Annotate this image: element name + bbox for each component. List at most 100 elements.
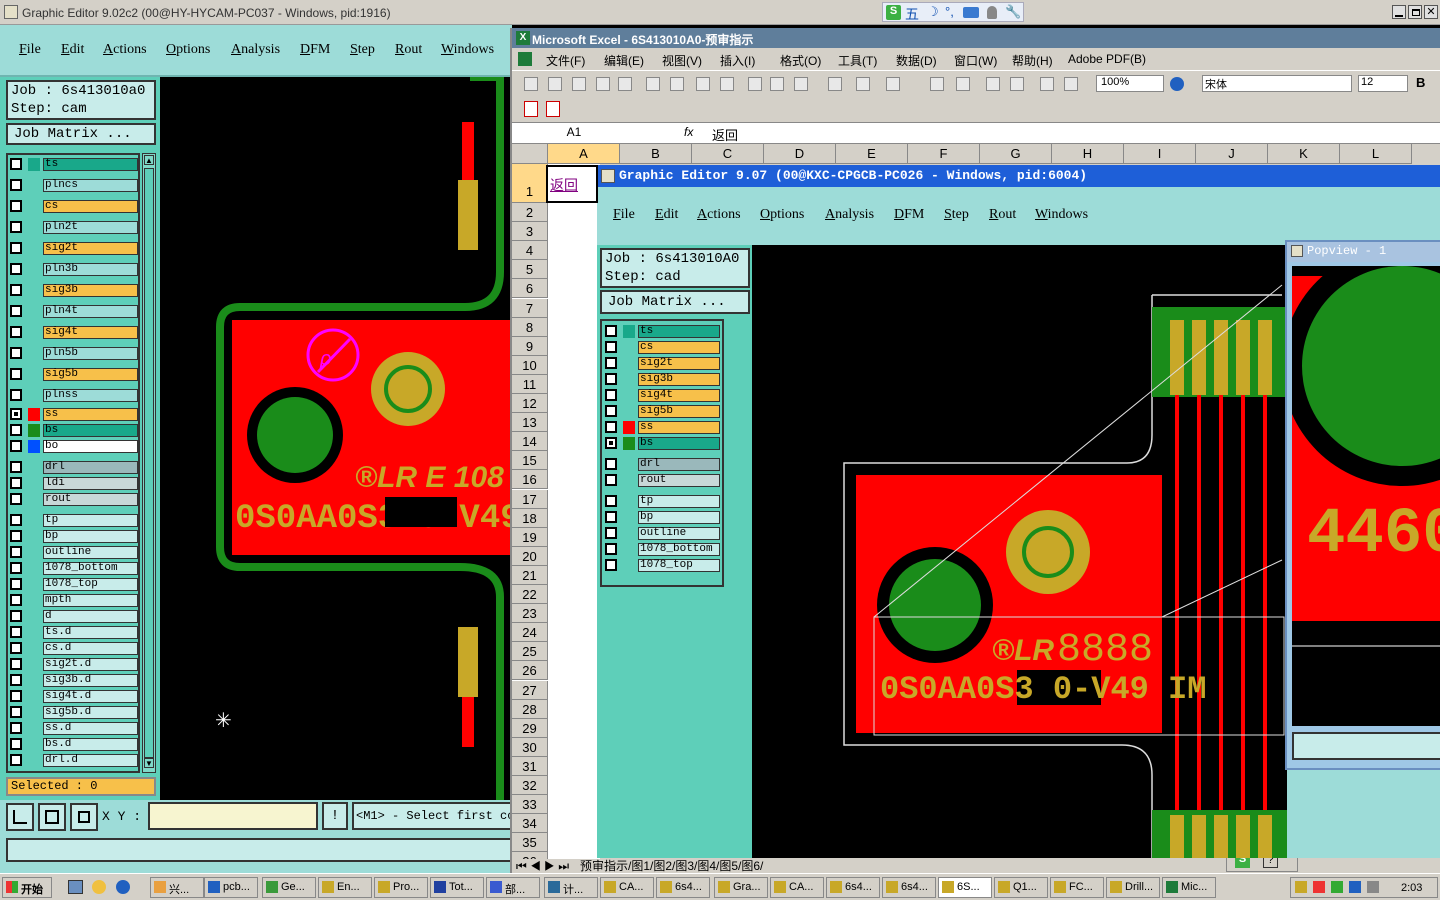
copy-icon[interactable] [770,77,784,91]
column-header[interactable]: L [1340,144,1412,164]
excel-menu-item[interactable]: 数据(D) [896,52,937,69]
layer-checkbox[interactable] [10,389,22,401]
ime-mode-label[interactable]: 五 [905,4,919,24]
layer-row[interactable]: drl [10,461,138,474]
row-header[interactable]: 11 [512,374,548,394]
taskbar-item[interactable]: 兴... [150,877,204,898]
popview-titlebar[interactable]: Popview - 1 [1287,242,1440,262]
fx-icon[interactable]: fx [684,125,693,139]
layer-checkbox[interactable] [10,514,22,526]
autosum-icon[interactable] [956,77,970,91]
ge2-layer-row[interactable]: ts [605,325,721,338]
taskbar-item[interactable]: 6S... [938,877,992,898]
layer-row[interactable]: rout [10,493,138,506]
ge2-layer-row[interactable]: drl [605,458,721,471]
row-header[interactable]: 31 [512,756,548,776]
sort-desc-icon[interactable] [1010,77,1024,91]
layer-checkbox[interactable] [605,527,617,539]
taskbar-item[interactable]: Tot... [430,877,484,898]
layer-checkbox[interactable] [10,347,22,359]
row-header[interactable]: 24 [512,623,548,643]
taskbar-item[interactable]: En... [318,877,372,898]
layer-row[interactable]: ss [10,408,138,421]
tray-icon-2[interactable] [1313,881,1325,893]
taskbar-item[interactable]: 部... [486,877,540,898]
layer-checkbox[interactable] [10,754,22,766]
cut-icon[interactable] [748,77,762,91]
layer-row[interactable]: sig5b.d [10,706,138,719]
ge2-layer-row[interactable]: bs [605,437,721,450]
ge2-menu-step[interactable]: Step [944,207,969,223]
row-header[interactable]: 21 [512,565,548,585]
layer-checkbox[interactable] [10,578,22,590]
excel-menu-item[interactable]: Adobe PDF(B) [1068,52,1146,66]
ge2-menu-edit[interactable]: Edit [655,207,678,223]
layer-row[interactable]: bo [10,440,138,453]
row-header[interactable]: 26 [512,661,548,681]
row-header[interactable]: 1 [512,164,548,203]
ge2-layer-row[interactable]: outline [605,527,721,540]
excel-menu-item[interactable]: 插入(I) [720,52,755,69]
layer-checkbox[interactable] [10,461,22,473]
row-header[interactable]: 35 [512,833,548,853]
row-header[interactable]: 30 [512,737,548,757]
layer-checkbox[interactable] [605,405,617,417]
taskbar-item[interactable]: Ge... [262,877,316,898]
job-matrix-button[interactable]: Job Matrix ... [6,123,156,145]
ime-toolbar[interactable]: S 五 ☽ °, 🔧 [882,2,1024,22]
layer-checkbox[interactable] [605,437,617,449]
wrench-icon[interactable]: 🔧 [1005,4,1021,20]
font-size-select[interactable]: 12 [1358,75,1408,92]
layer-row[interactable]: sig2t.d [10,658,138,671]
layer-row[interactable]: ldi [10,477,138,490]
scroll-up-arrow[interactable]: ▲ [144,155,154,165]
format-painter-icon[interactable] [828,77,842,91]
row-header[interactable]: 18 [512,508,548,528]
xy-input[interactable] [148,802,318,830]
column-header[interactable]: F [908,144,980,164]
punct-icon[interactable]: °, [945,4,954,19]
taskbar-item[interactable]: CA... [600,877,654,898]
layer-row[interactable]: ss.d [10,722,138,735]
column-header[interactable]: J [1196,144,1268,164]
layer-checkbox[interactable] [10,690,22,702]
layer-row[interactable]: tp [10,514,138,527]
layer-checkbox[interactable] [10,658,22,670]
redo-icon[interactable] [886,77,900,91]
cell-a1[interactable]: 返回 [546,165,598,203]
row-header[interactable]: 14 [512,432,548,452]
taskbar-item[interactable]: 6s4... [826,877,880,898]
taskbar-item[interactable]: Q1... [994,877,1048,898]
quicklaunch-ie-icon[interactable] [116,880,130,894]
layer-row[interactable]: sig5b [10,368,138,381]
layer-row[interactable]: mpth [10,594,138,607]
row-header[interactable]: 2 [512,203,548,222]
ge2-job-matrix-button[interactable]: Job Matrix ... [600,290,750,314]
ge2-menu-options[interactable]: Options [760,207,804,223]
scroll-thumb[interactable] [144,168,154,758]
column-header[interactable]: G [980,144,1052,164]
quicklaunch-desktop-icon[interactable] [68,880,83,894]
taskbar-item[interactable]: FC... [1050,877,1104,898]
ge2-menu-file[interactable]: File [613,207,635,223]
layer-checkbox[interactable] [605,458,617,470]
taskbar-item[interactable]: 6s4... [656,877,710,898]
menu-options[interactable]: Options [166,42,210,58]
layer-checkbox[interactable] [605,543,617,555]
layer-checkbox[interactable] [10,263,22,275]
sogou-icon[interactable]: S [886,5,901,20]
row-header[interactable]: 16 [512,470,548,490]
preview-icon[interactable] [670,77,684,91]
layer-checkbox[interactable] [605,373,617,385]
layer-checkbox[interactable] [605,389,617,401]
row-header[interactable]: 10 [512,355,548,375]
row-header[interactable]: 12 [512,394,548,413]
keyboard-icon[interactable] [963,7,979,18]
layer-checkbox[interactable] [605,511,617,523]
cell-a1-link[interactable]: 返回 [550,175,578,195]
tray-icon-1[interactable] [1295,881,1307,893]
excel-menu-item[interactable]: 窗口(W) [954,52,997,69]
research-icon[interactable] [720,77,734,91]
taskbar-item[interactable]: Pro... [374,877,428,898]
layer-row[interactable]: cs.d [10,642,138,655]
